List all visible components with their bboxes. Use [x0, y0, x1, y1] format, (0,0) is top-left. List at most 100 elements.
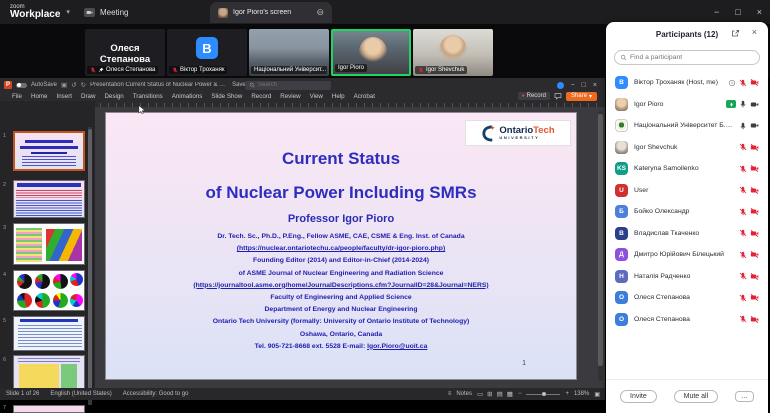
- slide-thumbnail-2[interactable]: [13, 180, 85, 218]
- mic-off-icon[interactable]: [739, 208, 747, 216]
- camera-off-icon[interactable]: [750, 164, 759, 173]
- participant-row[interactable]: Національний Університет Б... (Co-host): [606, 115, 768, 137]
- camera-off-icon[interactable]: [750, 186, 759, 195]
- participant-search-box[interactable]: [614, 50, 760, 65]
- mute-all-button[interactable]: Mute all: [673, 390, 719, 403]
- slide-thumbnail-1-selected[interactable]: [13, 131, 85, 171]
- slide-link[interactable]: (https://journaltool.asme.org/home/Journ…: [106, 282, 576, 289]
- tab-shared-screen[interactable]: Igor Pioro's screen ⊖: [210, 2, 332, 23]
- tab-insert[interactable]: Insert: [57, 93, 72, 100]
- ppt-close-button[interactable]: ×: [593, 82, 597, 89]
- mic-off-icon[interactable]: [739, 79, 747, 87]
- language-status[interactable]: English (United States): [50, 391, 111, 397]
- maximize-button[interactable]: □: [735, 7, 740, 17]
- tab-meeting[interactable]: Meeting: [84, 0, 128, 24]
- video-tile-igor-shevchuk[interactable]: Igor Shevchuk: [413, 29, 493, 76]
- mic-on-icon[interactable]: [739, 122, 747, 130]
- autosave-toggle[interactable]: [16, 82, 27, 88]
- participant-row[interactable]: В Владислав Ткаченко: [606, 223, 768, 245]
- ppt-maximize-button[interactable]: □: [582, 82, 586, 89]
- participant-row[interactable]: Igor Pioro: [606, 94, 768, 116]
- close-panel-icon[interactable]: ×: [752, 27, 757, 37]
- search-box[interactable]: [245, 80, 331, 90]
- tab-draw[interactable]: Draw: [81, 93, 95, 100]
- slide-thumbnail-4[interactable]: [13, 270, 85, 311]
- video-tile-olesia[interactable]: Олеся Степанова Олеся Степанова: [85, 29, 165, 76]
- participant-row[interactable]: В Віктор Троханяк (Host, me): [606, 72, 768, 94]
- tab-transitions[interactable]: Transitions: [133, 93, 163, 100]
- undo-icon[interactable]: ↺: [71, 81, 76, 89]
- pop-out-icon[interactable]: [731, 29, 740, 38]
- thumbnail-scrollbar[interactable]: [88, 127, 92, 405]
- mic-off-icon[interactable]: [739, 229, 747, 237]
- tab-remove-icon[interactable]: ⊖: [316, 7, 324, 18]
- mic-off-icon[interactable]: [739, 186, 747, 194]
- video-tile-igor-pioro-active-speaker[interactable]: Igor Pioro: [331, 29, 411, 76]
- participant-row[interactable]: О Олеся Степанова: [606, 309, 768, 331]
- mic-off-icon[interactable]: [739, 294, 747, 302]
- tab-file[interactable]: File: [12, 93, 22, 100]
- slide-thumbnail-3[interactable]: [13, 223, 85, 265]
- chevron-down-icon[interactable]: ▾: [66, 8, 70, 16]
- slideshow-view-icon[interactable]: ▦: [507, 390, 513, 398]
- save-icon[interactable]: ▣: [61, 81, 67, 89]
- tab-help[interactable]: Help: [332, 93, 345, 100]
- notes-button[interactable]: Notes: [456, 391, 472, 397]
- tab-animations[interactable]: Animations: [172, 93, 203, 100]
- mic-on-icon[interactable]: [739, 100, 747, 108]
- participant-row[interactable]: KS Kateryna Samoilenko: [606, 158, 768, 180]
- mic-off-icon[interactable]: [739, 272, 747, 280]
- zoom-in-icon[interactable]: +: [565, 391, 569, 397]
- fit-slide-icon[interactable]: ▣: [594, 391, 600, 398]
- more-options-button[interactable]: …: [735, 391, 754, 402]
- record-button[interactable]: ● Record: [517, 92, 550, 100]
- participant-row[interactable]: Igor Shevchuk: [606, 137, 768, 159]
- camera-off-icon[interactable]: [750, 250, 759, 259]
- camera-off-icon[interactable]: [750, 229, 759, 238]
- search-input[interactable]: [258, 82, 318, 88]
- participant-row[interactable]: О Олеся Степанова: [606, 287, 768, 309]
- slide-thumbnail-5[interactable]: [13, 316, 85, 351]
- redo-icon[interactable]: ↻: [81, 81, 86, 89]
- zoom-out-icon[interactable]: −: [518, 391, 522, 397]
- camera-off-icon[interactable]: [750, 315, 759, 324]
- minimize-button[interactable]: −: [714, 7, 719, 17]
- zoom-level[interactable]: 138%: [574, 391, 589, 397]
- mic-off-icon[interactable]: [739, 251, 747, 259]
- invite-button[interactable]: Invite: [620, 390, 657, 403]
- share-button[interactable]: Share ▾: [565, 91, 597, 101]
- tab-home[interactable]: Home: [31, 93, 48, 100]
- slide-sorter-view-icon[interactable]: ⊞: [487, 390, 492, 398]
- participant-row[interactable]: Д Дмитро Юрійович Білецький: [606, 244, 768, 266]
- slide-thumbnail-7[interactable]: [13, 405, 85, 413]
- slide-email-link[interactable]: Igor.Pioro@uoit.ca: [367, 343, 427, 350]
- accessibility-status[interactable]: Accessibility: Good to go: [123, 391, 189, 397]
- participant-row[interactable]: Н Наталія Радченко: [606, 266, 768, 288]
- slide-1[interactable]: OntarioTech UNIVERSITY Current Status of…: [105, 112, 577, 380]
- camera-off-icon[interactable]: [750, 272, 759, 281]
- comments-icon[interactable]: [554, 92, 562, 100]
- slide-link[interactable]: (https://nuclear.ontariotechu.ca/people/…: [106, 245, 576, 252]
- participant-row[interactable]: U User: [606, 180, 768, 202]
- mic-off-icon[interactable]: [739, 315, 747, 323]
- tab-view[interactable]: View: [310, 93, 323, 100]
- camera-on-icon[interactable]: [750, 121, 759, 130]
- camera-off-icon[interactable]: [750, 78, 759, 87]
- camera-on-icon[interactable]: [750, 100, 759, 109]
- tab-acrobat[interactable]: Acrobat: [354, 93, 375, 100]
- reading-view-icon[interactable]: ▤: [497, 390, 503, 398]
- tab-design[interactable]: Design: [104, 93, 123, 100]
- participant-row[interactable]: Б Бойко Олександр: [606, 201, 768, 223]
- normal-view-icon[interactable]: ▭: [477, 390, 483, 398]
- mic-off-icon[interactable]: [739, 143, 747, 151]
- camera-off-icon[interactable]: [750, 293, 759, 302]
- tab-slide-show[interactable]: Slide Show: [211, 93, 242, 100]
- tab-review[interactable]: Review: [280, 93, 300, 100]
- zoom-slider[interactable]: [526, 392, 561, 396]
- camera-off-icon[interactable]: [750, 143, 759, 152]
- participant-search-input[interactable]: [630, 54, 745, 61]
- close-button[interactable]: ×: [757, 7, 762, 17]
- video-tile-university[interactable]: Національний Університ...: [249, 29, 329, 76]
- tab-record[interactable]: Record: [251, 93, 271, 100]
- canvas-scrollbar[interactable]: [598, 111, 603, 381]
